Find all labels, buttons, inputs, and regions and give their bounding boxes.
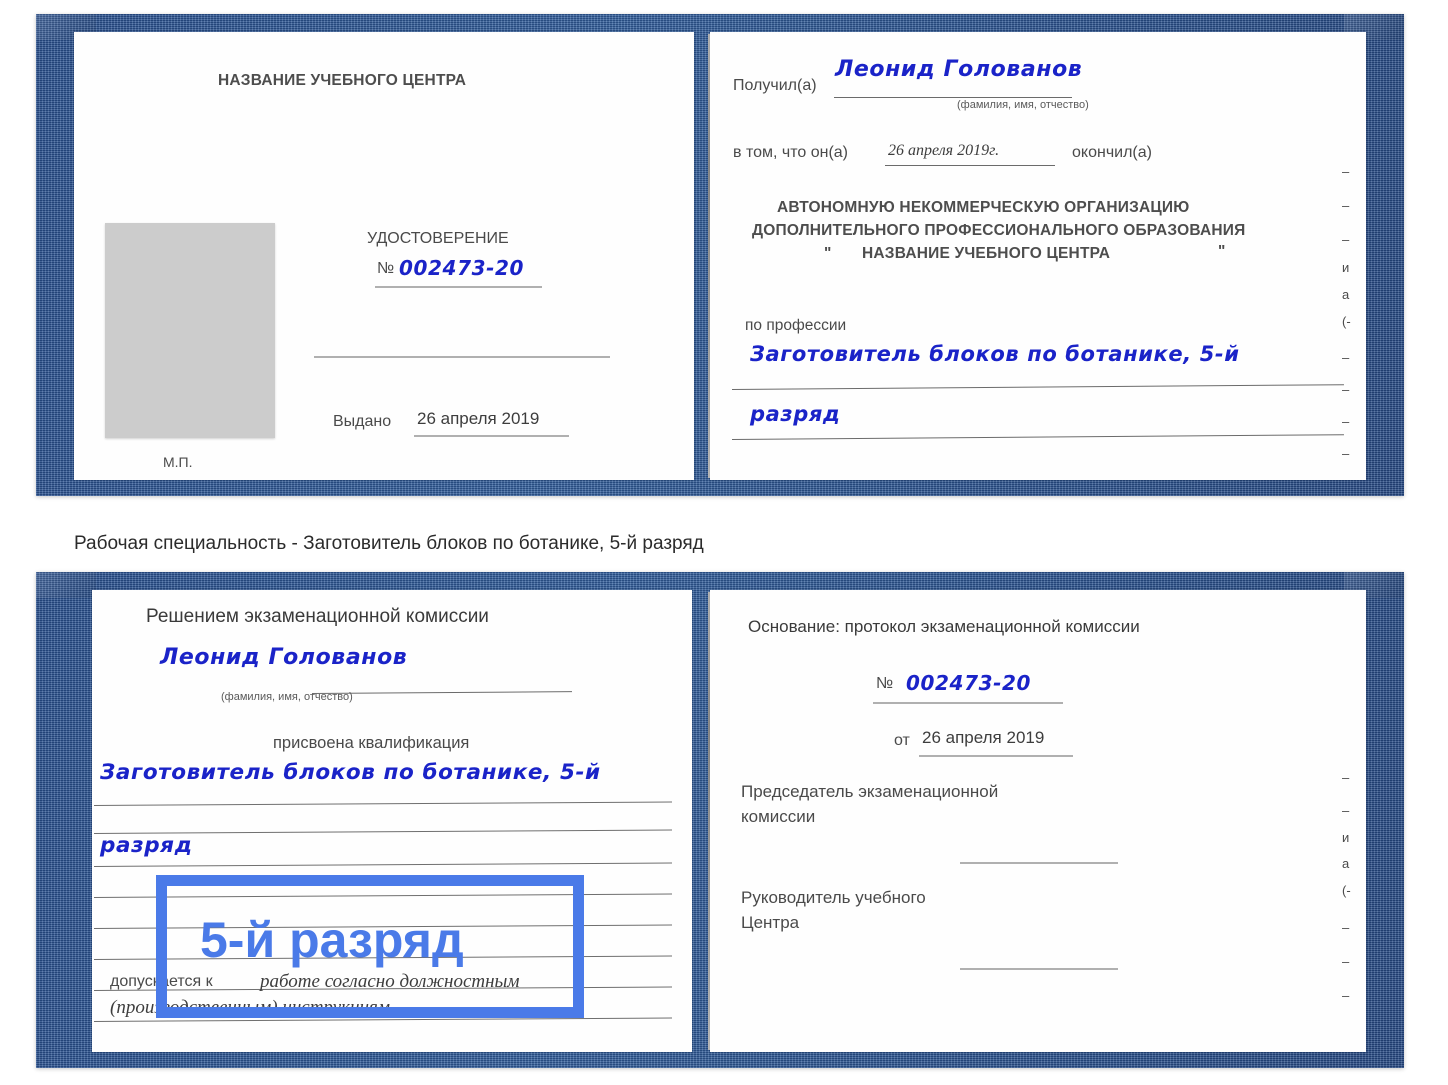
cert-top-received-rule <box>834 97 1072 98</box>
screenshot-root: НАЗВАНИЕ УЧЕБНОГО ЦЕНТРА УДОСТОВЕРЕНИЕ №… <box>0 0 1448 1085</box>
cert-bottom-chairman-rule <box>960 862 1118 864</box>
cert-top-received-value: Леонид Голованов <box>835 57 1083 82</box>
ruled-line <box>93 801 672 806</box>
cert-bottom-date-prefix: от <box>894 732 910 749</box>
cert-top-number-prefix: № <box>377 260 395 277</box>
highlight-annotation-label: 5-й разряд <box>200 912 464 968</box>
edge-fragment: – <box>1342 920 1350 935</box>
cert-top-org-line1: АВТОНОМНУЮ НЕКОММЕРЧЕСКУЮ ОРГАНИЗАЦИЮ <box>777 199 1190 216</box>
cert-bottom-head-line1: Руководитель учебного <box>741 888 926 907</box>
cert-top-profession-rule-1 <box>731 384 1344 390</box>
edge-fragment: (- <box>1342 314 1351 329</box>
edge-fragment: а <box>1342 287 1350 302</box>
edge-fragment: и <box>1342 830 1350 845</box>
edge-fragment: – <box>1342 988 1350 1003</box>
edge-fragment: – <box>1342 803 1350 818</box>
edge-fragment: – <box>1342 954 1350 969</box>
cert-top-issued-label: Выдано <box>333 413 392 430</box>
cert-top-org-name: НАЗВАНИЕ УЧЕБНОГО ЦЕНТРА <box>862 245 1111 262</box>
cert-bottom-number-value: 002473-20 <box>906 671 1032 695</box>
cert-top-org-line2: ДОПОЛНИТЕЛЬНОГО ПРОФЕССИОНАЛЬНОГО ОБРАЗО… <box>752 222 1246 239</box>
cert-bottom-date-rule <box>919 755 1073 757</box>
cert-bottom-number-rule <box>873 702 1063 704</box>
cert-top-center-title: НАЗВАНИЕ УЧЕБНОГО ЦЕНТРА <box>218 72 467 89</box>
cover-flap-bottomleft <box>36 572 96 598</box>
ruled-line <box>93 862 672 867</box>
cert-top-number-value: 002473-20 <box>399 256 525 280</box>
cert-top-profession-value-2: разряд <box>750 402 841 426</box>
cert-bottom-chairman-line1: Председатель экзаменационной <box>741 782 999 801</box>
cert-bottom-chairman-line2: комиссии <box>741 807 816 826</box>
edge-fragment: – <box>1342 446 1350 461</box>
cert-top-org-quote-open: " <box>824 245 832 262</box>
cert-top-fio-hint: (фамилия, имя, отчество) <box>957 99 1089 111</box>
cert-top-number-rule <box>375 286 542 288</box>
cert-top-thathe-rule <box>885 165 1055 166</box>
edge-fragment: – <box>1342 382 1350 397</box>
cert-top-org-quote-close: " <box>1218 243 1226 260</box>
cert-top-thathe-label: в том, что он(а) <box>733 144 848 161</box>
edge-fragment: и <box>1342 260 1350 275</box>
cert-top-right-page: Получил(а) Леонид Голованов (фамилия, им… <box>710 32 1366 480</box>
edge-fragment: – <box>1342 770 1350 785</box>
cert-bottom-date-value: 26 апреля 2019 <box>922 728 1045 747</box>
cert-top-issued-rule <box>414 435 569 437</box>
cert-bottom-basis-label: Основание: протокол экзаменационной коми… <box>748 617 1140 636</box>
cert-bottom-head-line2: Центра <box>741 913 800 932</box>
edge-fragment: – <box>1342 164 1350 179</box>
cert-top-blank-rule <box>314 356 610 358</box>
edge-fragment: – <box>1342 198 1350 213</box>
cert-top-left-page: НАЗВАНИЕ УЧЕБНОГО ЦЕНТРА УДОСТОВЕРЕНИЕ №… <box>74 32 694 480</box>
cert-top-issued-value: 26 апреля 2019 <box>417 409 540 428</box>
cert-top-stamp-label: М.П. <box>163 454 193 470</box>
cert-top-profession-rule-2 <box>731 434 1344 440</box>
cert-top-profession-label: по профессии <box>745 317 847 334</box>
cert-top-doc-type: УДОСТОВЕРЕНИЕ <box>367 230 509 247</box>
edge-fragment: (- <box>1342 883 1351 898</box>
cert-bottom-right-page: Основание: протокол экзаменационной коми… <box>710 590 1366 1052</box>
cert-top-thathe-value: 26 апреля 2019г. <box>888 142 1000 159</box>
cert-top-received-label: Получил(а) <box>733 77 817 94</box>
cert-bottom-name-value: Леонид Голованов <box>160 645 408 670</box>
cert-bottom-qualification-value-1: Заготовитель блоков по ботанике, 5-й <box>100 760 601 785</box>
cert-top-finished-label: окончил(а) <box>1072 144 1152 161</box>
cert-bottom-head-rule <box>960 968 1118 970</box>
edge-fragment: – <box>1342 232 1350 247</box>
edge-fragment: – <box>1342 414 1350 429</box>
cert-top-profession-value-1: Заготовитель блоков по ботанике, 5-й <box>750 342 1240 366</box>
cert-bottom-qualification-label: присвоена квалификация <box>273 734 470 752</box>
cert-bottom-number-prefix: № <box>876 675 894 692</box>
cert-bottom-decision-title: Решением экзаменационной комиссии <box>146 606 489 627</box>
cert-bottom-fio-hint: (фамилия, имя, отчество) <box>221 691 353 703</box>
edge-fragment: а <box>1342 856 1350 871</box>
page-caption: Рабочая специальность - Заготовитель бло… <box>74 533 704 554</box>
cert-bottom-qualification-value-2: разряд <box>100 833 193 858</box>
photo-placeholder <box>105 223 275 438</box>
edge-fragment: – <box>1342 350 1350 365</box>
